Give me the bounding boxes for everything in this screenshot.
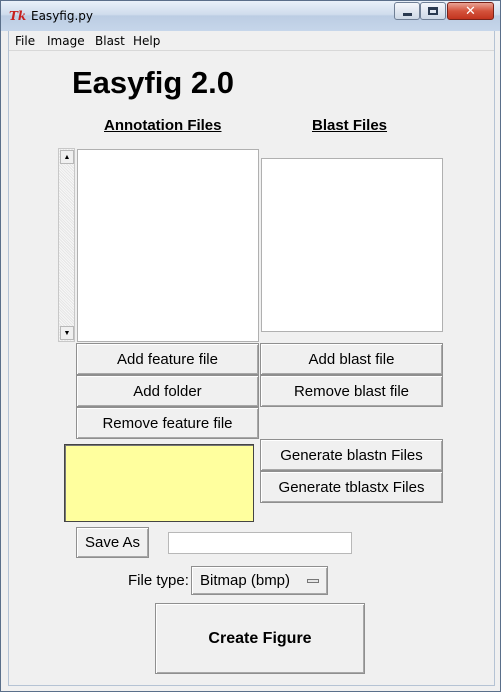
blast-files-heading: Blast Files — [312, 117, 388, 134]
menu-bar: File Image Blast Help — [9, 32, 494, 51]
file-type-select[interactable]: Bitmap (bmp) — [191, 566, 328, 595]
filename-input[interactable] — [168, 532, 352, 554]
blast-files-list[interactable] — [261, 158, 443, 332]
scroll-down-icon[interactable]: ▼ — [60, 326, 74, 340]
remove-blast-file-button[interactable]: Remove blast file — [260, 375, 443, 407]
menu-help[interactable]: Help — [133, 34, 160, 48]
annotation-scrollbar[interactable]: ▲ ▼ — [58, 148, 75, 342]
tk-feather-icon: Tk — [9, 9, 27, 23]
status-box — [64, 444, 254, 522]
scroll-up-icon[interactable]: ▲ — [60, 150, 74, 164]
dropdown-indicator-icon — [307, 579, 319, 583]
maximize-button[interactable] — [420, 2, 446, 20]
maximize-icon — [428, 7, 438, 15]
file-type-label: File type: — [128, 572, 189, 589]
file-type-value: Bitmap (bmp) — [200, 572, 291, 589]
add-blast-file-button[interactable]: Add blast file — [260, 343, 443, 375]
generate-tblastx-button[interactable]: Generate tblastx Files — [260, 471, 443, 503]
menu-blast[interactable]: Blast — [95, 34, 125, 48]
app-title: Easyfig 2.0 — [72, 65, 234, 100]
window-title: Easyfig.py — [31, 9, 93, 23]
app-window: Tk Easyfig.py ✕ File Image Blast Help Ea… — [0, 0, 501, 692]
close-icon: ✕ — [465, 3, 476, 19]
generate-blastn-button[interactable]: Generate blastn Files — [260, 439, 443, 471]
close-button[interactable]: ✕ — [447, 2, 494, 20]
remove-feature-file-button[interactable]: Remove feature file — [76, 407, 259, 439]
minimize-button[interactable] — [394, 2, 420, 20]
save-as-button[interactable]: Save As — [76, 527, 149, 558]
annotation-files-list[interactable] — [77, 149, 259, 342]
annotation-files-heading: Annotation Files — [104, 117, 222, 134]
menu-image[interactable]: Image — [47, 34, 85, 48]
create-figure-button[interactable]: Create Figure — [155, 603, 365, 674]
add-folder-button[interactable]: Add folder — [76, 375, 259, 407]
menu-file[interactable]: File — [15, 34, 35, 48]
minimize-icon — [402, 12, 412, 16]
add-feature-file-button[interactable]: Add feature file — [76, 343, 259, 375]
title-bar[interactable]: Tk Easyfig.py ✕ — [1, 1, 500, 31]
